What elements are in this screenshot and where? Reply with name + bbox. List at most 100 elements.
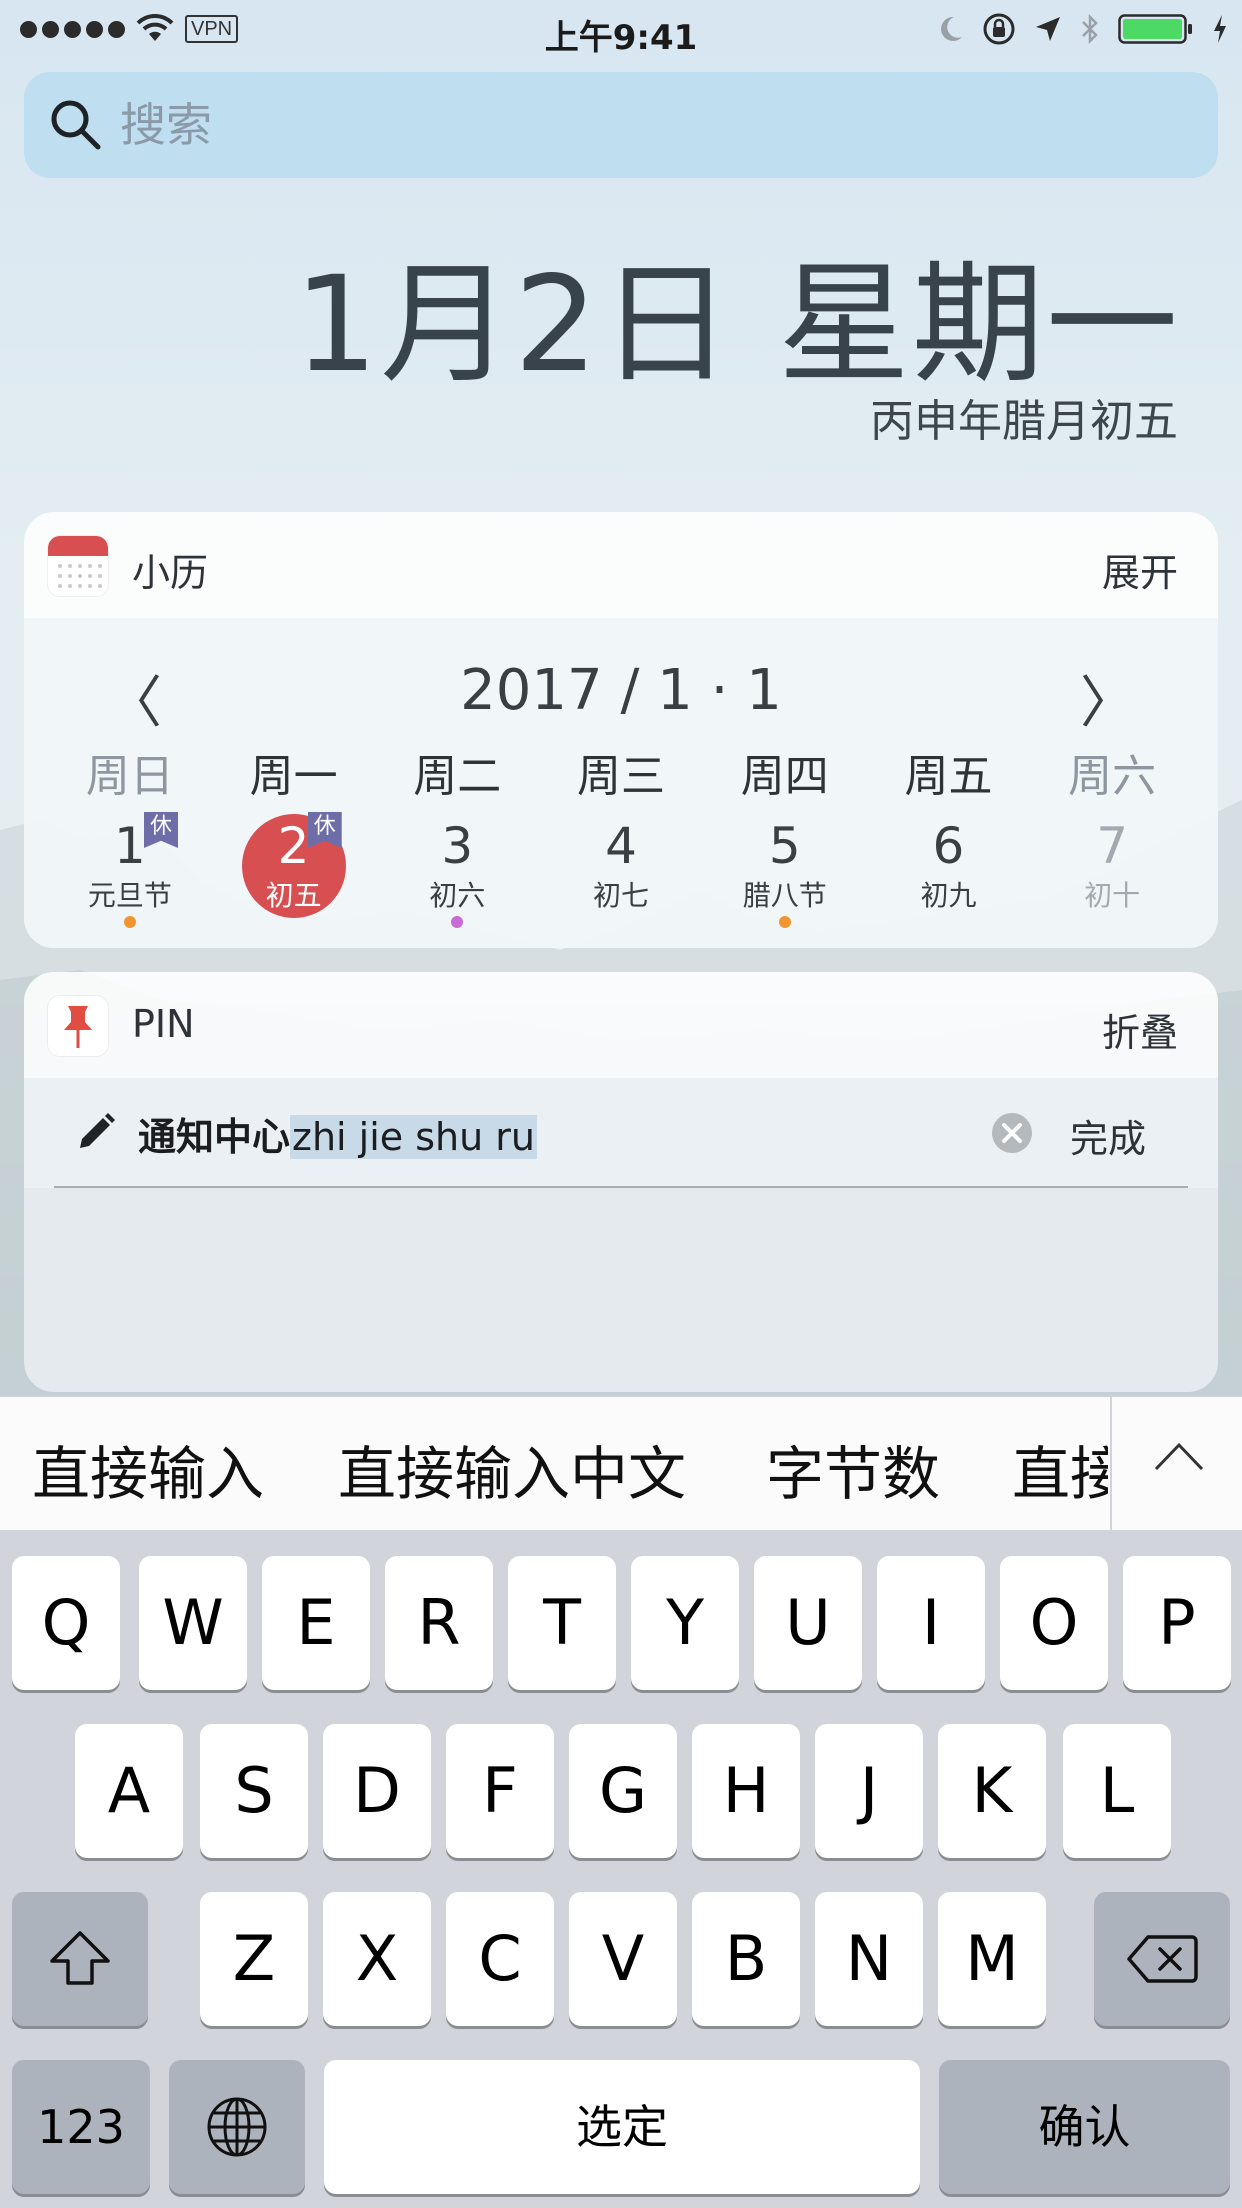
key-b[interactable]: B [692, 1892, 800, 2026]
search-input[interactable] [120, 98, 1020, 152]
shift-icon [50, 1931, 110, 1985]
candidate-word[interactable]: 直接 [1012, 1427, 1108, 1511]
calendar-day[interactable]: 6 初九 [867, 810, 1031, 930]
calendar-day[interactable]: 4 初七 [539, 810, 703, 930]
key-z[interactable]: Z [200, 1892, 308, 2026]
key-k[interactable]: K [938, 1724, 1046, 1858]
pushpin-icon [48, 996, 108, 1056]
day-lunar-label: 初七 [593, 879, 650, 912]
battery-icon [1118, 14, 1192, 44]
orientation-lock-icon [983, 13, 1015, 45]
pin-widget-title: PIN [132, 1002, 195, 1046]
weekday-header: 周日 周一 周二 周三 周四 周五 周六 [48, 740, 1194, 804]
weekday-label: 周日 [85, 751, 174, 802]
day-lunar-label: 元旦节 [87, 879, 172, 912]
day-number: 5 [768, 817, 801, 875]
return-key[interactable]: 确认 [939, 2060, 1230, 2194]
expand-button[interactable]: 展开 [1102, 542, 1178, 597]
pin-input-row[interactable]: 通知中心zhi jie shu ru 完成 [24, 1078, 1218, 1188]
key-q[interactable]: Q [12, 1556, 120, 1690]
candidate-word[interactable]: 直接输入中文 [338, 1427, 686, 1511]
status-bar: VPN 上午9:41 [0, 0, 1242, 60]
calendar-widget-header[interactable]: 小历 展开 [24, 512, 1218, 618]
day-number: 3 [441, 817, 474, 875]
calendar-day[interactable]: 7 初十 [1030, 810, 1194, 930]
calendar-day[interactable]: 5 腊八节 [703, 810, 867, 930]
expand-candidates-button[interactable] [1110, 1397, 1242, 1530]
calendar-body: 〈 2017 / 1 · 1 〉 周日 周一 周二 周三 周四 周五 周六 1 … [24, 618, 1218, 948]
globe-icon [207, 2097, 267, 2157]
key-j[interactable]: J [815, 1724, 923, 1858]
key-l[interactable]: L [1063, 1724, 1171, 1858]
day-lunar-label: 初十 [1084, 879, 1141, 912]
pencil-icon [80, 1113, 115, 1148]
location-icon [1036, 17, 1060, 41]
pin-divider [54, 1186, 1188, 1188]
key-v[interactable]: V [569, 1892, 677, 2026]
done-button[interactable]: 完成 [1070, 1108, 1146, 1163]
collapse-button[interactable]: 折叠 [1102, 1002, 1178, 1057]
key-m[interactable]: M [938, 1892, 1046, 2026]
key-x[interactable]: X [323, 1892, 431, 2026]
event-dot [451, 916, 464, 928]
candidate-word[interactable]: 字节数 [766, 1427, 940, 1511]
key-o[interactable]: O [1000, 1556, 1108, 1690]
key-s[interactable]: S [200, 1724, 308, 1858]
pin-text-field[interactable]: 通知中心zhi jie shu ru [138, 1106, 538, 1161]
day-number: 1 [113, 817, 146, 875]
clear-text-icon[interactable] [990, 1111, 1034, 1155]
key-a[interactable]: A [75, 1724, 183, 1858]
today-date: 1月2日 星期一 [294, 248, 1180, 402]
day-number: 4 [605, 817, 637, 875]
weekday-label: 周六 [1068, 751, 1157, 802]
day-number: 2 [277, 817, 310, 875]
chevron-up-icon [1154, 1442, 1204, 1471]
weekday-label: 周三 [577, 751, 666, 802]
key-d[interactable]: D [323, 1724, 431, 1858]
calendar-month-label: 2017 / 1 · 1 [460, 658, 782, 723]
day-lunar-label: 腊八节 [742, 879, 827, 912]
delete-key[interactable] [1094, 1892, 1230, 2026]
calendar-day-selected[interactable]: 2 初五 休 [212, 810, 376, 930]
pin-input-text: 通知中心 [138, 1115, 291, 1159]
ime-candidate-bar: 直接输入 直接输入中文 字节数 直接 [0, 1396, 1242, 1530]
weekday-label: 周四 [740, 751, 829, 802]
candidate-word[interactable]: 直接输入 [32, 1427, 264, 1511]
next-month-button[interactable]: 〉 [1080, 658, 1136, 739]
key-w[interactable]: W [139, 1556, 247, 1690]
key-i[interactable]: I [877, 1556, 985, 1690]
calendar-day[interactable]: 1 元旦节 休 [48, 810, 212, 930]
key-y[interactable]: Y [631, 1556, 739, 1690]
numbers-key[interactable]: 123 [12, 2060, 150, 2194]
day-number: 6 [932, 817, 965, 875]
globe-key[interactable] [169, 2060, 305, 2194]
key-r[interactable]: R [385, 1556, 493, 1690]
key-h[interactable]: H [692, 1724, 800, 1858]
pin-widget: PIN 折叠 通知中心zhi jie shu ru 完成 [24, 972, 1218, 1392]
key-p[interactable]: P [1123, 1556, 1231, 1690]
calendar-day[interactable]: 3 初六 [375, 810, 539, 930]
shift-key[interactable] [12, 1892, 148, 2026]
key-c[interactable]: C [446, 1892, 554, 2026]
pin-widget-header[interactable]: PIN 折叠 [24, 972, 1218, 1078]
weekday-label: 周一 [249, 751, 338, 802]
key-n[interactable]: N [815, 1892, 923, 2026]
key-f[interactable]: F [446, 1724, 554, 1858]
key-g[interactable]: G [569, 1724, 677, 1858]
day-lunar-label: 初六 [429, 879, 486, 912]
day-number: 7 [1096, 817, 1129, 875]
key-u[interactable]: U [754, 1556, 862, 1690]
event-dot [123, 916, 136, 928]
search-bar[interactable] [24, 72, 1218, 178]
weekday-label: 周五 [904, 751, 993, 802]
bluetooth-icon [1082, 13, 1098, 45]
do-not-disturb-icon [941, 16, 962, 41]
key-e[interactable]: E [262, 1556, 370, 1690]
day-lunar-label: 初九 [920, 879, 977, 912]
key-t[interactable]: T [508, 1556, 616, 1690]
backspace-icon [1127, 1935, 1198, 1983]
event-dot [778, 916, 791, 928]
week-days-row: 1 元旦节 休 2 初五 休 3 初六 4 初七 5 腊八节 6 初九 7 初十 [48, 810, 1194, 930]
space-key[interactable]: 选定 [324, 2060, 920, 2194]
keyboard: Q W E R T Y U I O P A S D F G H J K L Z … [0, 1530, 1242, 2208]
